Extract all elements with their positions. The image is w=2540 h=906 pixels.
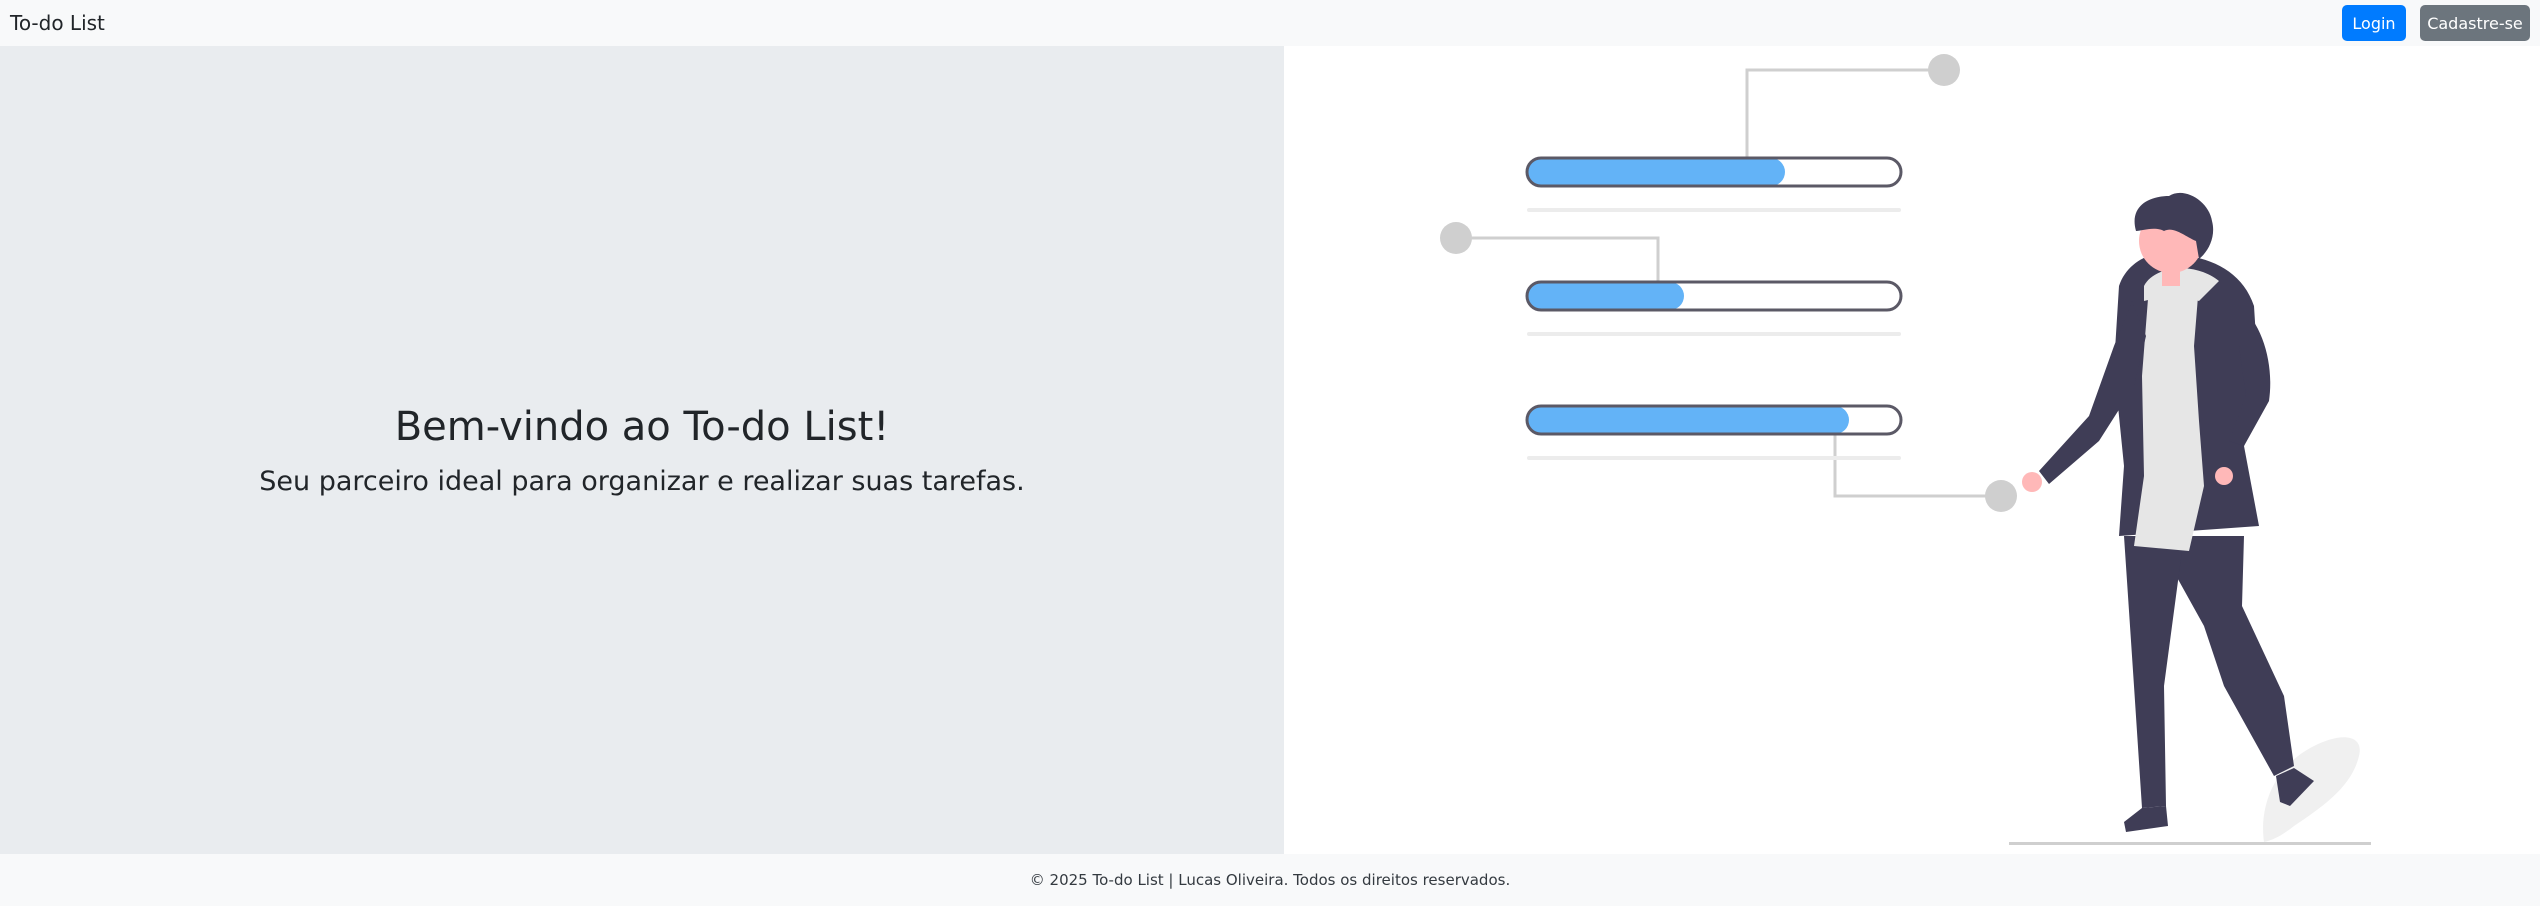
connector-dot-bottom bbox=[1985, 480, 2017, 512]
progress-bar-2 bbox=[1525, 280, 1903, 336]
main-content: Bem-vindo ao To-do List! Seu parceiro id… bbox=[0, 46, 2540, 854]
nav-actions: Login Cadastre-se bbox=[2342, 5, 2530, 41]
page-footer: © 2025 To-do List | Lucas Oliveira. Todo… bbox=[0, 854, 2540, 906]
hero-subtitle: Seu parceiro ideal para organizar e real… bbox=[259, 465, 1025, 497]
person-figure bbox=[2022, 192, 2314, 832]
progress-illustration bbox=[1440, 54, 2371, 845]
illustration-panel bbox=[1284, 46, 2540, 854]
progress-bar-3 bbox=[1525, 404, 1903, 460]
hero-title: Bem-vindo ao To-do List! bbox=[394, 403, 890, 450]
connector-dot-top bbox=[1928, 54, 1960, 86]
connector-dot-middle bbox=[1440, 222, 1472, 254]
top-navbar: To-do List Login Cadastre-se bbox=[0, 0, 2540, 46]
brand-link[interactable]: To-do List bbox=[10, 11, 105, 35]
footer-copyright: © 2025 To-do List | Lucas Oliveira. Todo… bbox=[1029, 871, 1511, 889]
login-button[interactable]: Login bbox=[2342, 5, 2406, 41]
ground-line bbox=[2009, 842, 2371, 845]
signup-button[interactable]: Cadastre-se bbox=[2420, 5, 2530, 41]
hero-section: Bem-vindo ao To-do List! Seu parceiro id… bbox=[0, 46, 1284, 854]
progress-bar-1 bbox=[1525, 156, 1903, 212]
